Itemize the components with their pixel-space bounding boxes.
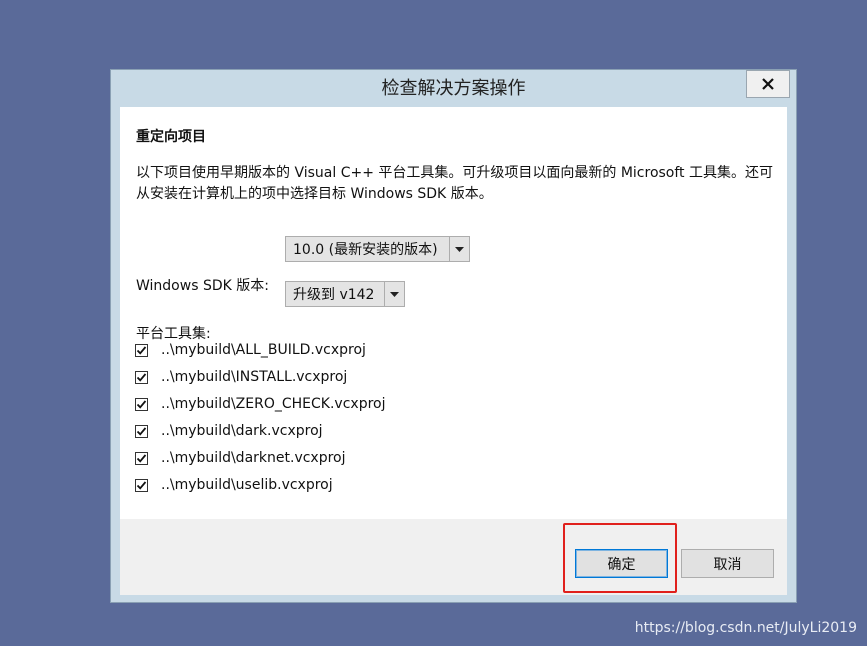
section-title: 重定向项目: [136, 129, 206, 145]
project-item[interactable]: ..\mybuild\ALL_BUILD.vcxproj: [135, 340, 366, 360]
project-checkbox[interactable]: [135, 370, 148, 384]
project-checkbox[interactable]: [135, 343, 148, 357]
project-item[interactable]: ..\mybuild\ZERO_CHECK.vcxproj: [135, 394, 385, 414]
project-checkbox[interactable]: [135, 478, 148, 492]
check-solution-dialog: 检查解决方案操作 重定向项目 以下项目使用早期版本的 Visual C++ 平台…: [110, 69, 797, 603]
project-checkbox[interactable]: [135, 451, 148, 465]
project-name: ..\mybuild\ALL_BUILD.vcxproj: [161, 342, 366, 358]
dialog-content: 重定向项目 以下项目使用早期版本的 Visual C++ 平台工具集。可升级项目…: [120, 107, 787, 519]
dialog-footer: 确定 取消: [120, 519, 787, 595]
close-icon: [762, 75, 774, 94]
highlight-annotation: [563, 523, 677, 593]
sdk-version-value: 10.0 (最新安装的版本): [293, 242, 438, 258]
project-checkbox[interactable]: [135, 424, 148, 438]
project-name: ..\mybuild\darknet.vcxproj: [161, 450, 346, 466]
project-name: ..\mybuild\dark.vcxproj: [161, 423, 323, 439]
project-name: ..\mybuild\ZERO_CHECK.vcxproj: [161, 396, 386, 412]
project-item[interactable]: ..\mybuild\darknet.vcxproj: [135, 448, 346, 468]
project-name: ..\mybuild\uselib.vcxproj: [161, 477, 333, 493]
project-checkbox[interactable]: [135, 397, 148, 411]
toolset-value: 升级到 v142: [293, 287, 375, 303]
project-item[interactable]: ..\mybuild\INSTALL.vcxproj: [135, 367, 347, 387]
cancel-button[interactable]: 取消: [681, 549, 774, 578]
sdk-version-label: Windows SDK 版本:: [136, 278, 269, 294]
chevron-down-icon: [449, 237, 469, 261]
sdk-version-select[interactable]: 10.0 (最新安装的版本): [285, 236, 470, 262]
watermark: https://blog.csdn.net/JulyLi2019: [634, 620, 857, 636]
project-item[interactable]: ..\mybuild\dark.vcxproj: [135, 421, 323, 441]
toolset-select[interactable]: 升级到 v142: [285, 281, 405, 307]
chevron-down-icon: [384, 282, 404, 306]
project-name: ..\mybuild\INSTALL.vcxproj: [161, 369, 348, 385]
dialog-title: 检查解决方案操作: [381, 78, 526, 99]
close-button[interactable]: [746, 70, 790, 98]
project-item[interactable]: ..\mybuild\uselib.vcxproj: [135, 475, 333, 495]
section-description: 以下项目使用早期版本的 Visual C++ 平台工具集。可升级项目以面向最新的…: [136, 165, 773, 202]
